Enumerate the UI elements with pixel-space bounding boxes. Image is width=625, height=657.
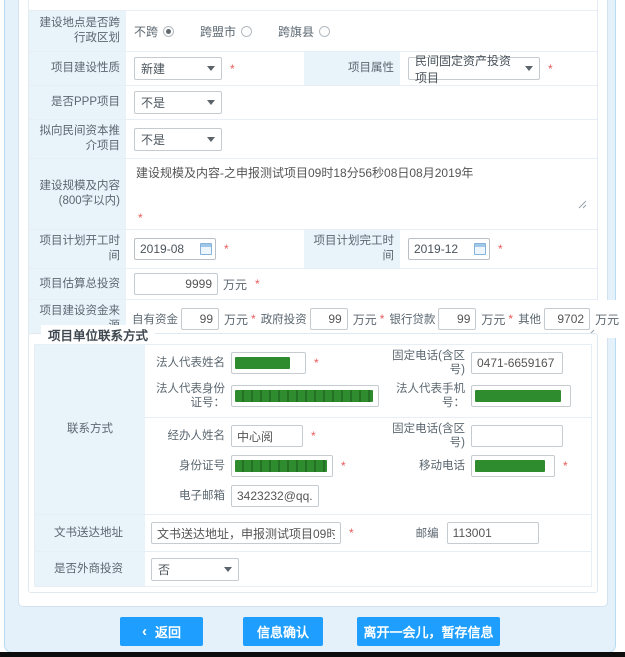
back-button[interactable]: ‹ 返回 — [120, 617, 203, 646]
document-address-input[interactable] — [151, 522, 341, 544]
required-asterisk: * — [314, 356, 319, 370]
private-capital-select[interactable]: 不是 — [134, 128, 222, 151]
radio-option-cross-league[interactable]: 跨盟市 — [200, 23, 252, 40]
dropdown-arrow-icon — [207, 137, 215, 142]
field-label-mobile: 移动电话 — [387, 459, 465, 473]
clipped-row-above — [29, 0, 597, 11]
total-investment-input[interactable] — [134, 273, 218, 295]
required-asterisk: * — [311, 429, 316, 443]
project-info-table: 建设地点是否跨行政区划 不跨 跨盟市 跨旗县 — [28, 0, 598, 339]
field-label-private-capital: 拟向民间资本推介项目 — [29, 120, 126, 158]
unit-label: 万元 — [223, 276, 247, 293]
form-panel: 建设地点是否跨行政区划 不跨 跨盟市 跨旗县 — [18, 0, 608, 607]
dropdown-arrow-icon — [207, 100, 215, 105]
field-label-foreign-investment: 是否外商投资 — [35, 552, 145, 586]
fixed-phone-input[interactable] — [471, 352, 563, 374]
mobile-input[interactable] — [471, 455, 555, 477]
radio-option-cross-banner[interactable]: 跨旗县 — [278, 23, 330, 40]
end-date-picker[interactable]: 2019-12 — [408, 238, 490, 260]
agent-id-input[interactable] — [231, 455, 333, 477]
required-asterisk: * — [251, 312, 256, 326]
field-label-agent-name: 经办人姓名 — [145, 429, 225, 443]
field-label-start-date: 项目计划开工时间 — [29, 230, 126, 268]
funding-item-government: 政府投资 万元 * — [261, 308, 388, 330]
contact-section: 项目单位联系方式 联系方式 法人代表姓名 * — [28, 333, 598, 593]
required-asterisk: * — [548, 62, 553, 76]
redaction-bar — [235, 390, 373, 402]
zip-code-label: 邮编 — [416, 525, 439, 541]
redaction-bar — [235, 460, 327, 472]
required-asterisk: * — [224, 242, 229, 256]
government-funds-input[interactable] — [310, 308, 348, 330]
dropdown-arrow-icon — [224, 567, 232, 572]
start-date-picker[interactable]: 2019-08 — [134, 238, 216, 260]
required-asterisk: * — [349, 526, 354, 540]
legal-id-input[interactable] — [231, 385, 379, 407]
agent-name-input[interactable] — [231, 425, 303, 447]
radio-icon[interactable] — [319, 26, 330, 37]
attribute-select[interactable]: 民间固定资产投资项目 — [408, 57, 540, 80]
redaction-bar — [475, 460, 545, 472]
radio-icon[interactable] — [163, 26, 174, 37]
calendar-icon[interactable] — [200, 243, 212, 255]
back-arrow-icon: ‹ — [142, 624, 147, 639]
field-label-email: 电子邮箱 — [145, 489, 225, 503]
field-label-legal-mobile: 法人代表手机号： — [387, 382, 465, 410]
window-bottom-edge — [0, 652, 625, 657]
calendar-icon[interactable] — [474, 243, 486, 255]
foreign-investment-select[interactable]: 否 — [151, 558, 239, 581]
field-label-fixed-phone: 固定电话(含区号) — [387, 349, 465, 377]
required-asterisk: * — [563, 459, 568, 473]
field-label-nature: 项目建设性质 — [29, 52, 126, 85]
dropdown-arrow-icon — [525, 66, 533, 71]
dropdown-arrow-icon — [207, 66, 215, 71]
required-asterisk: * — [380, 312, 385, 326]
required-asterisk: * — [230, 62, 235, 76]
field-label-end-date: 项目计划完工时间 — [304, 230, 400, 268]
required-asterisk: * — [138, 211, 589, 225]
nature-select[interactable]: 新建 — [134, 57, 222, 80]
field-label-ppp: 是否PPP项目 — [29, 86, 126, 119]
fixed-phone-2-input[interactable] — [471, 425, 563, 447]
required-asterisk: * — [498, 242, 503, 256]
email-input[interactable] — [231, 485, 319, 507]
field-label-attribute: 项目属性 — [304, 52, 400, 85]
field-label-legal-name: 法人代表姓名 — [145, 356, 225, 370]
required-asterisk: * — [255, 277, 260, 291]
funding-item-bank-loan: 银行贷款 万元 * — [389, 308, 516, 330]
required-asterisk: * — [341, 459, 346, 473]
save-draft-button[interactable]: 离开一会儿，暂存信息 — [357, 617, 500, 646]
own-funds-input[interactable] — [181, 308, 219, 330]
contact-table: 联系方式 法人代表姓名 * 固定电话(含 — [34, 344, 592, 587]
required-asterisk: * — [508, 312, 513, 326]
other-funds-input[interactable] — [544, 308, 590, 330]
field-label-location: 建设地点是否跨行政区划 — [29, 11, 126, 51]
zip-code-input[interactable] — [447, 522, 539, 544]
field-label-fixed-phone-2: 固定电话(含区号) — [387, 422, 465, 450]
field-label-total-investment: 项目估算总投资 — [29, 269, 126, 299]
field-label-scale: 建设规模及内容 (800字以内) — [29, 159, 126, 229]
ppp-select[interactable]: 不是 — [134, 91, 222, 114]
group-label-contact: 联系方式 — [35, 345, 145, 514]
confirm-info-button[interactable]: 信息确认 — [243, 617, 323, 646]
redaction-bar — [475, 390, 561, 402]
field-label-document-address: 文书送达地址 — [35, 515, 145, 551]
field-label-agent-id: 身份证号 — [145, 459, 225, 473]
legal-name-input[interactable] — [231, 352, 306, 374]
funding-item-other: 其他 万元 — [518, 308, 619, 330]
resize-handle-icon[interactable] — [577, 199, 587, 209]
bank-loan-input[interactable] — [438, 308, 476, 330]
contact-section-title: 项目单位联系方式 — [41, 325, 155, 344]
radio-option-no-cross[interactable]: 不跨 — [134, 23, 174, 40]
radio-icon[interactable] — [241, 26, 252, 37]
legal-mobile-input[interactable] — [471, 385, 571, 407]
location-radio-group: 不跨 跨盟市 跨旗县 — [134, 23, 330, 40]
field-label-legal-id: 法人代表身份证号： — [145, 382, 225, 410]
redaction-bar — [235, 357, 290, 369]
scale-textarea[interactable]: 建设规模及内容-之申报测试项目09时18分56秒08日08月2019年 — [134, 164, 589, 209]
